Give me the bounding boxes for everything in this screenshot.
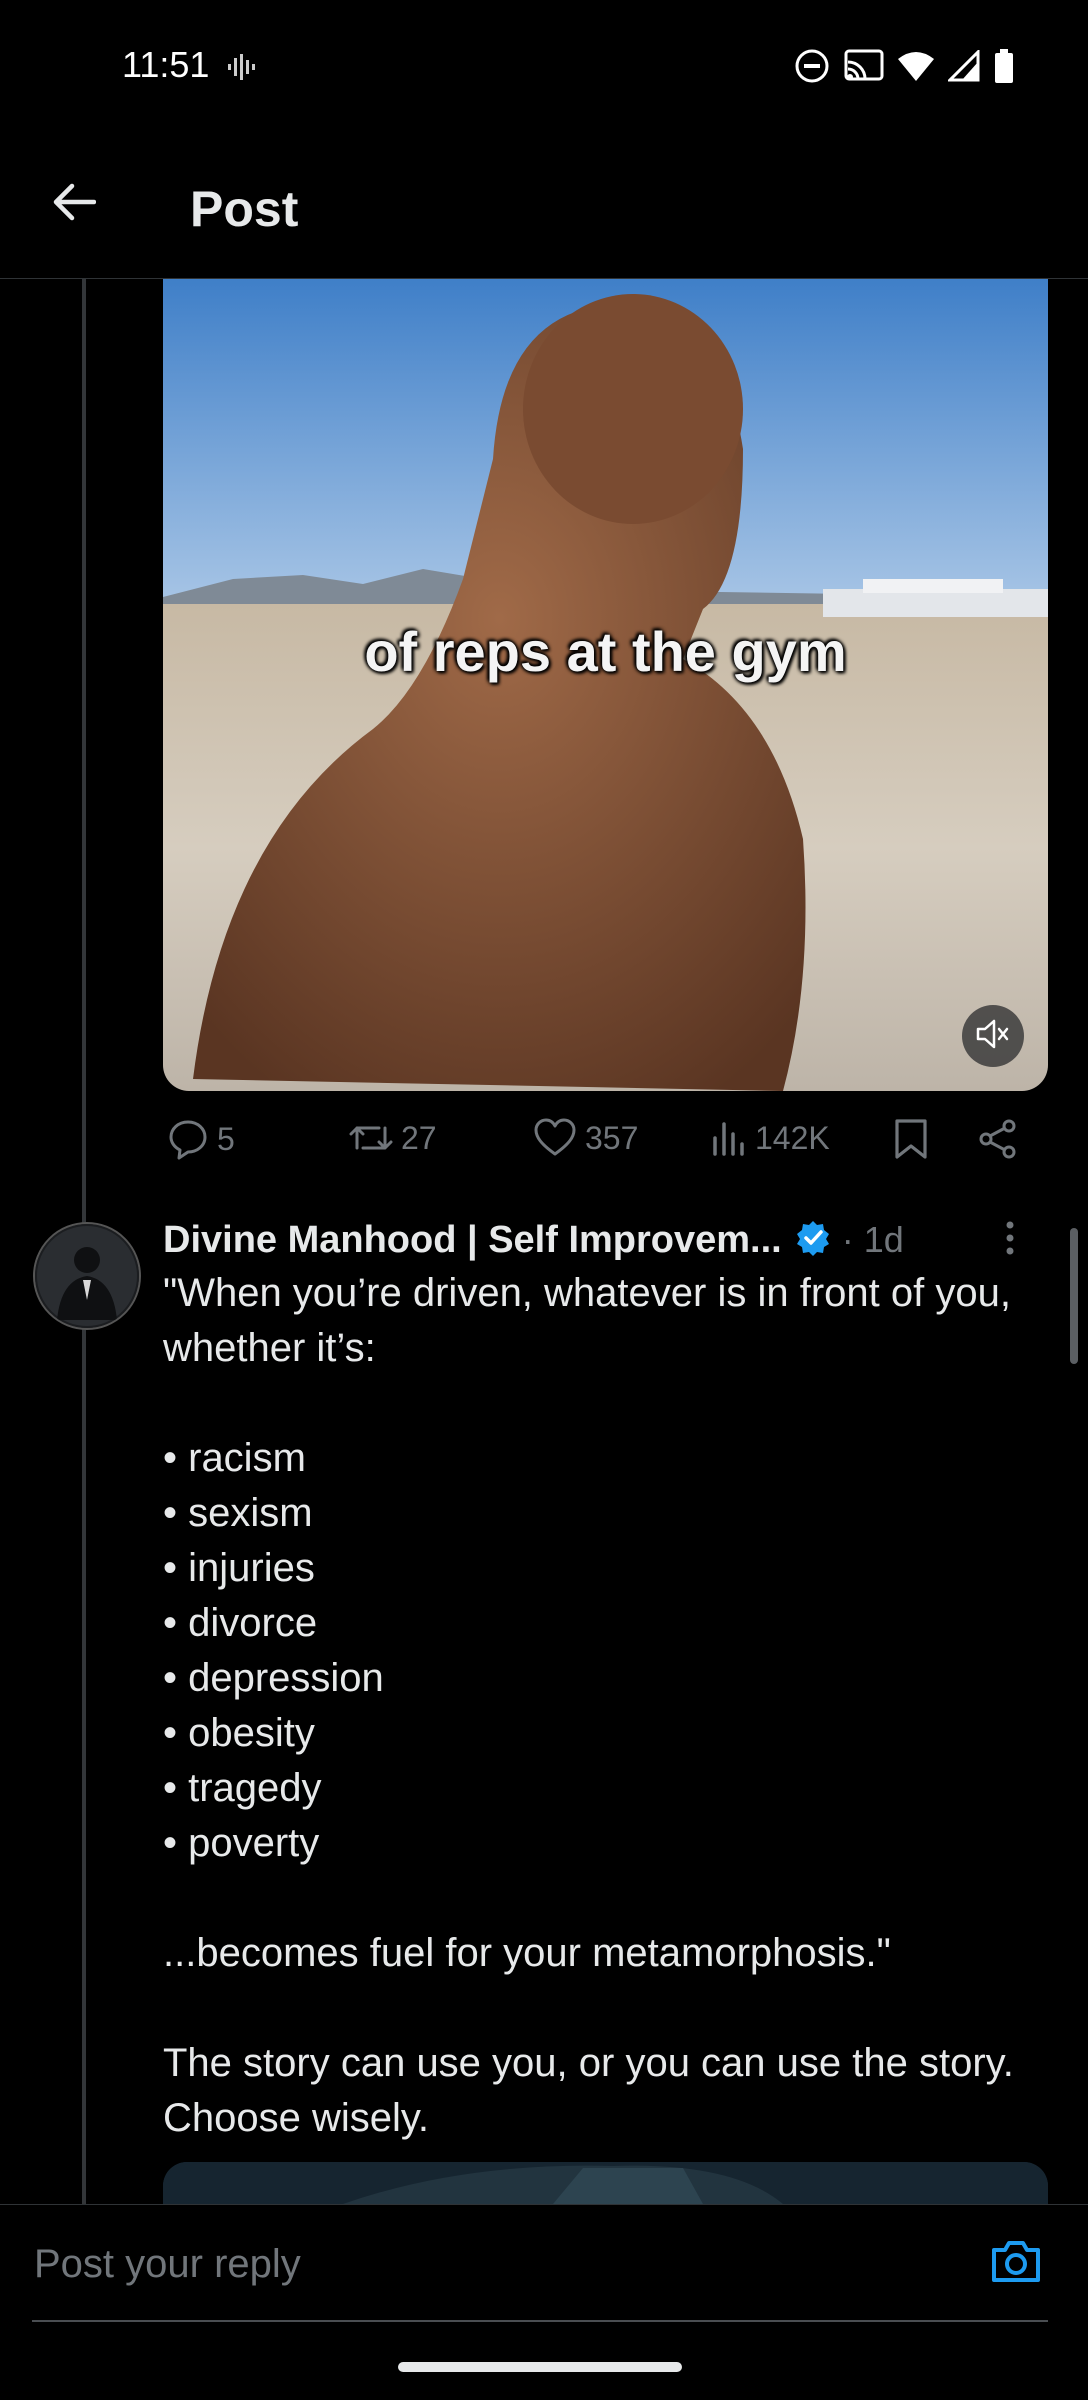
- list-item: • tragedy: [163, 1766, 322, 1810]
- list-item: • racism: [163, 1436, 306, 1480]
- list-item: • depression: [163, 1656, 384, 1700]
- post-media-preview[interactable]: [163, 2162, 1048, 2204]
- cast-icon: [844, 49, 884, 88]
- camera-icon: [990, 2238, 1042, 2289]
- post-action-bar: 5 27 357 142K: [163, 1118, 1048, 1168]
- verified-badge-icon: [794, 1219, 832, 1262]
- scrollbar-thumb[interactable]: [1070, 1228, 1078, 1364]
- status-time: 11:51: [122, 44, 210, 85]
- post-closing: The story can use you, or you can use th…: [163, 2041, 1014, 2140]
- repost-count: 27: [401, 1119, 437, 1156]
- audio-wave-icon: [226, 52, 256, 87]
- back-button[interactable]: [44, 174, 104, 234]
- reply-count: 5: [217, 1120, 235, 1157]
- camera-button[interactable]: [988, 2235, 1044, 2291]
- post-timestamp: · 1d: [841, 1219, 904, 1260]
- top-app-bar: Post: [0, 136, 1088, 279]
- video-frame: [163, 279, 1048, 1091]
- list-item: • sexism: [163, 1491, 313, 1535]
- reply-composer: [0, 2204, 1088, 2321]
- share-button[interactable]: [977, 1118, 1019, 1160]
- volume-muted-icon: [976, 1019, 1010, 1054]
- do-not-disturb-icon: [794, 48, 830, 89]
- reply-icon: [167, 1118, 209, 1160]
- repost-icon: [349, 1118, 393, 1158]
- heart-icon: [533, 1118, 577, 1158]
- signal-icon: [946, 48, 980, 87]
- list-item: • injuries: [163, 1546, 315, 1590]
- video-player[interactable]: of reps at the gym: [163, 279, 1048, 1091]
- like-count: 357: [585, 1119, 639, 1156]
- list-item: • poverty: [163, 1821, 320, 1865]
- bookmark-button[interactable]: [893, 1118, 929, 1160]
- like-action[interactable]: 357: [533, 1118, 638, 1158]
- view-count: 142K: [755, 1119, 830, 1156]
- status-icons: [794, 48, 1014, 89]
- avatar[interactable]: [33, 1222, 141, 1330]
- post-quote-end: ...becomes fuel for your metamorphosis.": [163, 1931, 891, 1975]
- reply-input[interactable]: [32, 2235, 956, 2293]
- arrow-left-icon: [52, 182, 97, 227]
- post-text: "When you’re driven, whatever is in fron…: [163, 1266, 1043, 2146]
- post-header: Divine Manhood | Self Improvem... · 1d: [163, 1212, 1048, 1268]
- list-item: • divorce: [163, 1601, 318, 1645]
- more-options-button[interactable]: [990, 1220, 1030, 1260]
- battery-icon: [994, 49, 1014, 88]
- bookmark-icon: [893, 1118, 929, 1160]
- video-caption: of reps at the gym: [364, 620, 847, 683]
- reply-input-underline: [32, 2320, 1048, 2322]
- wifi-icon: [898, 51, 934, 86]
- home-indicator[interactable]: [398, 2362, 682, 2372]
- more-vertical-icon: [1005, 1221, 1015, 1260]
- list-item: • obesity: [163, 1711, 315, 1755]
- share-icon: [977, 1118, 1019, 1160]
- status-bar: 11:51: [0, 0, 1088, 136]
- repost-action[interactable]: 27: [349, 1118, 437, 1158]
- author-name[interactable]: Divine Manhood | Self Improvem...: [163, 1219, 782, 1262]
- mute-button[interactable]: [962, 1005, 1024, 1067]
- post-intro: "When you’re driven, whatever is in fron…: [163, 1271, 1011, 1370]
- page-title: Post: [190, 181, 299, 237]
- views-action[interactable]: 142K: [711, 1118, 830, 1158]
- reply-action[interactable]: 5: [167, 1118, 235, 1160]
- views-icon: [711, 1118, 747, 1158]
